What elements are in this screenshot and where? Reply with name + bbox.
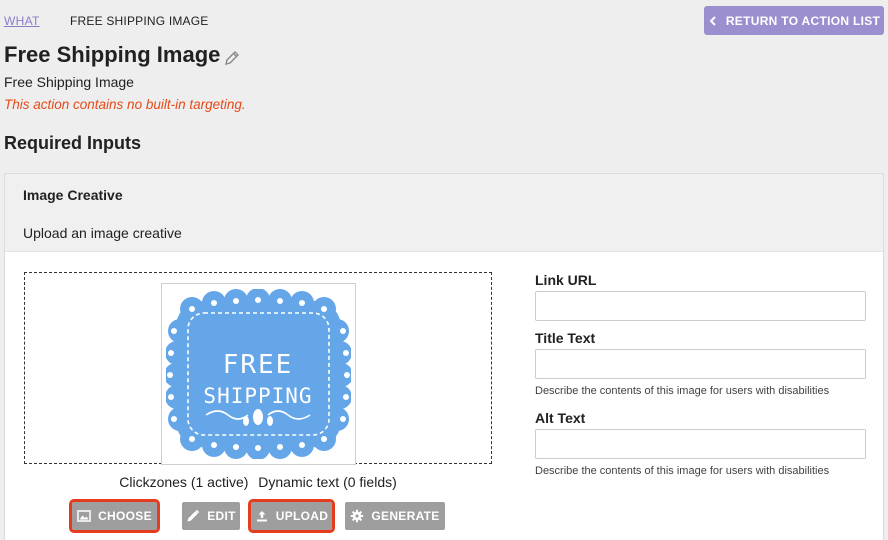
clickzones-count[interactable]: Clickzones (1 active) bbox=[119, 474, 248, 490]
generate-button-label: GENERATE bbox=[371, 509, 440, 523]
creative-thumbnail[interactable]: FREE SHIPPING bbox=[161, 283, 356, 465]
edit-button[interactable]: EDIT bbox=[182, 502, 240, 530]
card-description: Upload an image creative bbox=[23, 225, 182, 241]
title-text-input[interactable] bbox=[535, 349, 866, 379]
pencil-icon bbox=[187, 509, 200, 522]
image-text-shipping: SHIPPING bbox=[203, 384, 312, 408]
title-text-help: Describe the contents of this image for … bbox=[535, 385, 830, 397]
top-bar: WHAT FREE SHIPPING IMAGE RETURN TO ACTIO… bbox=[0, 0, 888, 42]
return-button-label: RETURN TO ACTION LIST bbox=[725, 13, 881, 28]
dynamic-text-count[interactable]: Dynamic text (0 fields) bbox=[258, 474, 396, 490]
free-shipping-image: FREE SHIPPING bbox=[166, 289, 351, 459]
image-text-free: FREE bbox=[223, 350, 294, 380]
page-title: Free Shipping Image bbox=[4, 42, 240, 68]
page-subtitle: Free Shipping Image bbox=[4, 74, 134, 90]
card-body: FREE SHIPPING Clickzones (1 active) Dyna… bbox=[5, 252, 883, 540]
breadcrumb-current: FREE SHIPPING IMAGE bbox=[70, 14, 209, 28]
alt-text-label: Alt Text bbox=[535, 410, 586, 426]
chevron-left-icon bbox=[709, 15, 716, 26]
card-title: Image Creative bbox=[23, 187, 123, 203]
link-url-input[interactable] bbox=[535, 291, 866, 321]
image-creative-card: Image Creative Upload an image creative bbox=[4, 173, 884, 540]
targeting-warning: This action contains no built-in targeti… bbox=[4, 97, 246, 112]
choose-button-label: CHOOSE bbox=[98, 509, 152, 523]
gear-icon bbox=[351, 509, 364, 523]
section-title-required-inputs: Required Inputs bbox=[4, 133, 142, 153]
title-text-label: Title Text bbox=[535, 330, 596, 346]
generate-button[interactable]: GENERATE bbox=[345, 502, 445, 530]
creative-meta: Clickzones (1 active) Dynamic text (0 fi… bbox=[24, 474, 492, 490]
page-title-text: Free Shipping Image bbox=[4, 42, 221, 67]
alt-text-input[interactable] bbox=[535, 429, 866, 459]
upload-button[interactable]: UPLOAD bbox=[248, 499, 335, 533]
card-header: Image Creative Upload an image creative bbox=[5, 174, 883, 252]
upload-icon bbox=[256, 511, 267, 522]
breadcrumb-what-link[interactable]: WHAT bbox=[4, 14, 40, 28]
edit-button-label: EDIT bbox=[207, 509, 236, 523]
return-to-action-list-button[interactable]: RETURN TO ACTION LIST bbox=[704, 6, 884, 35]
upload-button-label: UPLOAD bbox=[275, 509, 329, 523]
image-icon bbox=[77, 510, 91, 522]
link-url-label: Link URL bbox=[535, 272, 597, 288]
pencil-icon[interactable] bbox=[224, 50, 240, 66]
choose-button[interactable]: CHOOSE bbox=[69, 499, 160, 533]
alt-text-help: Describe the contents of this image for … bbox=[535, 465, 830, 477]
